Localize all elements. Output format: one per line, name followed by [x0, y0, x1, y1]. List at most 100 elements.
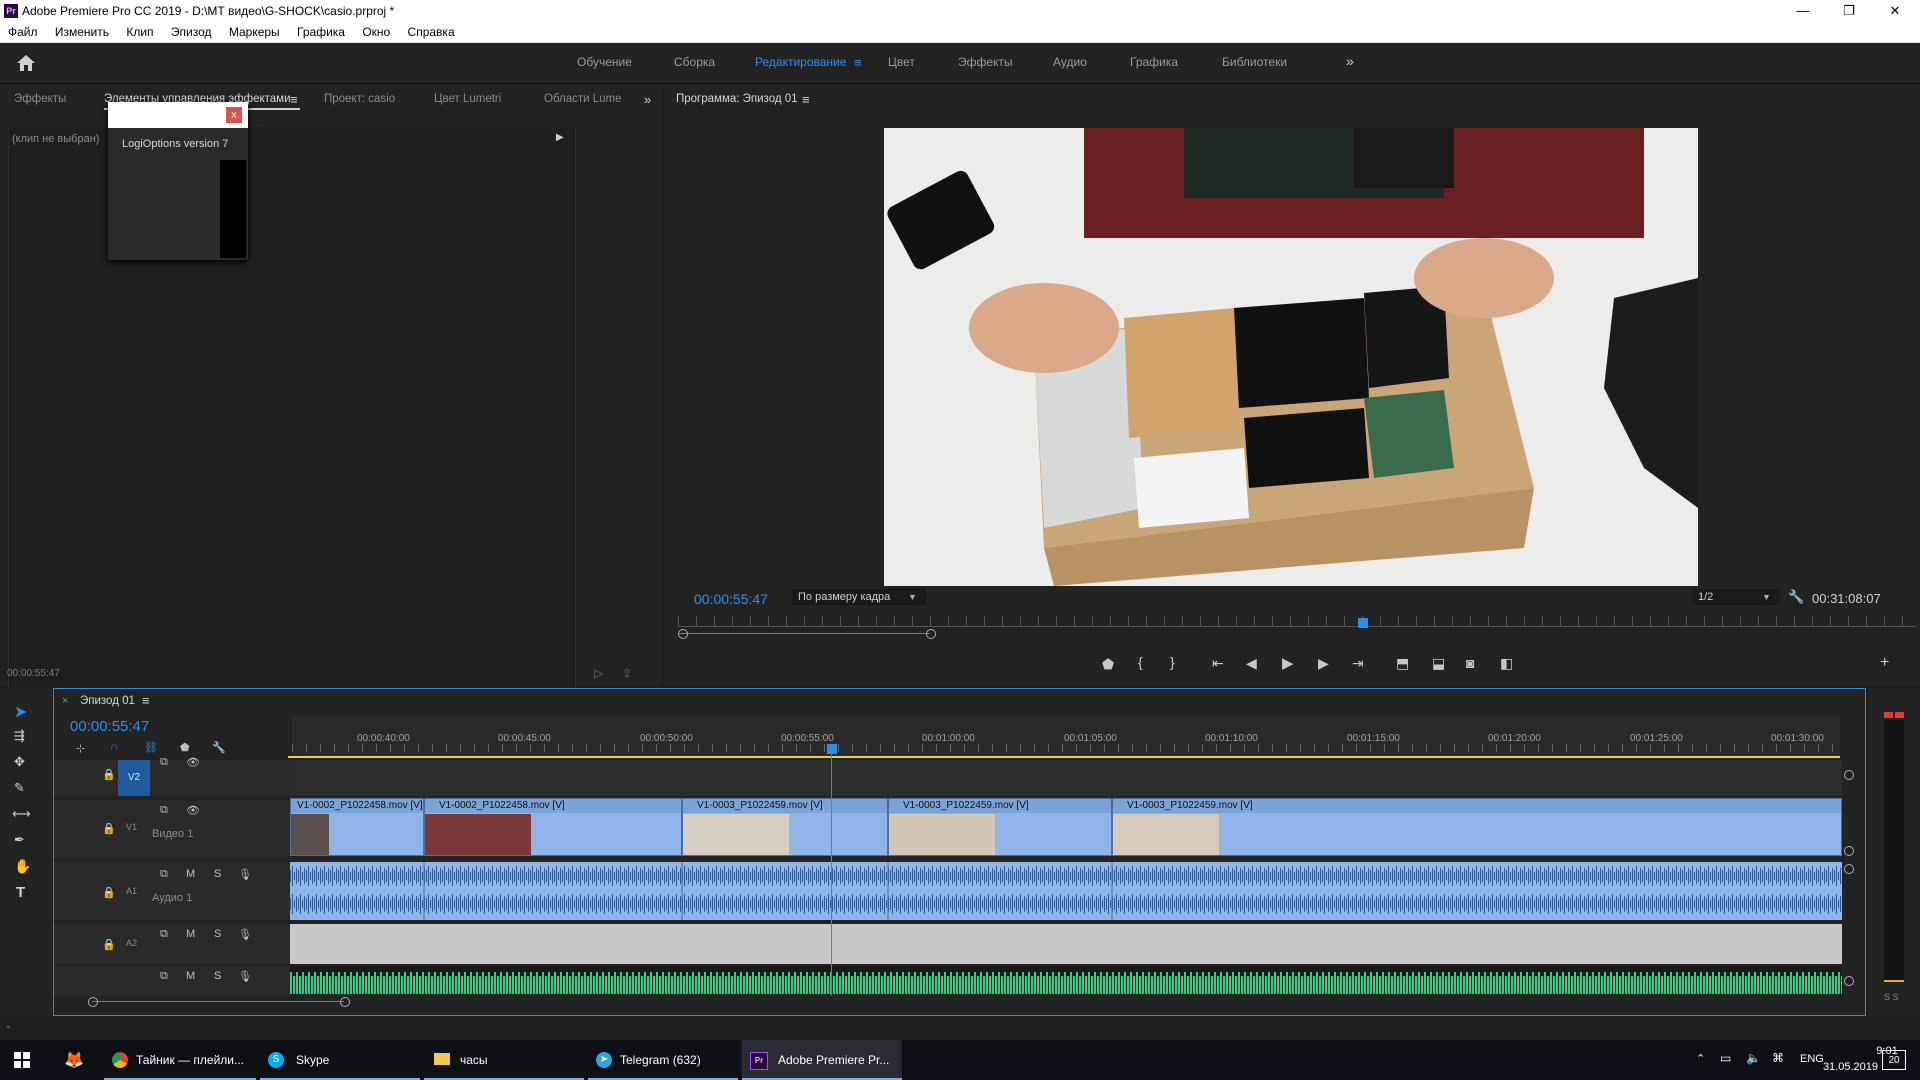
step-back-icon[interactable]: ◀: [1246, 655, 1257, 672]
workspace-menu-icon[interactable]: ≡: [854, 55, 862, 70]
type-tool-icon[interactable]: T: [16, 884, 25, 901]
track-end-handle[interactable]: [1844, 846, 1854, 856]
zoom-bar[interactable]: [678, 633, 930, 634]
close-button[interactable]: ✕: [1872, 0, 1918, 22]
audio-clip-a1[interactable]: [290, 862, 1842, 920]
snap-icon[interactable]: ∩: [110, 741, 118, 753]
tab-effects[interactable]: Эффекты: [14, 93, 66, 105]
track-select-tool-icon[interactable]: ⇶: [14, 728, 25, 744]
workspace-graphics[interactable]: Графика: [1130, 55, 1178, 69]
task-telegram[interactable]: ➤ Telegram (632): [588, 1040, 738, 1080]
lock-icon[interactable]: 🔒: [102, 886, 116, 899]
sync-lock-icon[interactable]: ⧉: [160, 756, 168, 769]
ripple-edit-tool-icon[interactable]: ✥: [14, 754, 25, 770]
pen-tool-icon[interactable]: ✒: [14, 832, 25, 848]
menu-file[interactable]: Файл: [8, 22, 38, 42]
minimize-button[interactable]: —: [1780, 0, 1826, 22]
mute-button[interactable]: M: [186, 868, 195, 880]
lock-icon[interactable]: 🔒: [102, 938, 116, 951]
audio-clip-a3[interactable]: [290, 966, 1842, 994]
track-area-a2[interactable]: [290, 924, 1842, 964]
track-end-handle[interactable]: [1844, 976, 1854, 986]
selection-tool-icon[interactable]: ➤: [14, 702, 27, 722]
program-ruler[interactable]: [678, 616, 1916, 627]
task-folder[interactable]: часы: [424, 1040, 584, 1080]
zoom-handle-right[interactable]: [926, 629, 936, 639]
task-skype[interactable]: S Skype: [260, 1040, 420, 1080]
step-forward-icon[interactable]: ▶: [1318, 655, 1329, 672]
home-icon[interactable]: [16, 54, 36, 72]
tab-project[interactable]: Проект: casio: [324, 93, 395, 105]
menu-window[interactable]: Окно: [362, 22, 390, 42]
sequence-menu-icon[interactable]: ≡: [142, 693, 150, 708]
add-marker-icon[interactable]: ⬟: [1102, 656, 1114, 673]
go-to-in-icon[interactable]: ⇤: [1212, 655, 1224, 672]
sync-lock-icon[interactable]: ⧉: [160, 928, 168, 941]
windows-start-icon[interactable]: [14, 1052, 30, 1068]
video-clip[interactable]: fx V1-0002_P1022458.mov [V]: [424, 798, 682, 856]
go-to-out-icon[interactable]: ⇥: [1352, 655, 1364, 672]
export-icon[interactable]: ⇪: [622, 666, 632, 680]
timeline-settings-icon[interactable]: 🔧: [212, 741, 226, 754]
volume-icon[interactable]: 🔈: [1746, 1051, 1761, 1065]
linked-selection-icon[interactable]: ⛓: [144, 741, 158, 754]
lock-icon[interactable]: 🔒: [102, 768, 116, 781]
menu-graphics[interactable]: Графика: [297, 22, 345, 42]
video-frame[interactable]: [884, 128, 1698, 586]
timeline-timecode[interactable]: 00:00:55:47: [70, 718, 149, 735]
workspace-audio[interactable]: Аудио: [1053, 55, 1087, 69]
timeline-scrollbar[interactable]: [92, 1001, 344, 1002]
sequence-tab[interactable]: Эпизод 01: [80, 695, 135, 707]
notifications-count[interactable]: 20: [1882, 1050, 1906, 1070]
video-clip[interactable]: fx V1-0003_P1022459.mov [V]: [1112, 798, 1842, 856]
menu-edit[interactable]: Изменить: [55, 22, 109, 42]
nest-icon[interactable]: ⊹: [76, 742, 85, 755]
solo-button[interactable]: S: [214, 868, 221, 880]
more-workspaces-icon[interactable]: »: [1346, 53, 1354, 69]
maximize-button[interactable]: ❐: [1826, 0, 1872, 22]
solo-button[interactable]: S: [214, 970, 221, 982]
battery-icon[interactable]: ▭: [1720, 1051, 1731, 1065]
timeline-scroll-right[interactable]: [340, 997, 350, 1007]
track-area-v2[interactable]: [290, 760, 1842, 796]
resolution-dropdown[interactable]: 1/2 ▼: [1692, 589, 1780, 605]
menu-sequence[interactable]: Эпизод: [171, 22, 212, 42]
mark-in-icon[interactable]: {: [1138, 654, 1143, 670]
mute-button[interactable]: M: [186, 928, 195, 940]
workspace-effects[interactable]: Эффекты: [958, 55, 1013, 69]
workspace-libraries[interactable]: Библиотеки: [1222, 55, 1287, 69]
eye-icon[interactable]: 👁: [186, 756, 200, 769]
sync-lock-icon[interactable]: ⧉: [160, 804, 168, 817]
workspace-editing[interactable]: Редактирование: [755, 55, 846, 69]
video-clip[interactable]: V1-0002_P1022458.mov [V]: [290, 798, 424, 856]
menu-clip[interactable]: Клип: [126, 22, 153, 42]
expand-arrow-icon[interactable]: ▶: [556, 132, 564, 143]
close-sequence-icon[interactable]: ×: [62, 695, 68, 707]
sync-lock-icon[interactable]: ⧉: [160, 970, 168, 983]
workspace-color[interactable]: Цвет: [888, 55, 915, 69]
add-marker-timeline-icon[interactable]: ⬟: [180, 741, 190, 754]
work-area-bar[interactable]: [288, 756, 1840, 758]
hand-tool-icon[interactable]: ✋: [14, 858, 31, 875]
tab-lumetri-scopes[interactable]: Области Lume: [544, 93, 622, 105]
microphone-icon[interactable]: 🎙: [238, 970, 252, 983]
program-playhead[interactable]: [1358, 618, 1368, 628]
network-icon[interactable]: ⌘: [1772, 1051, 1784, 1065]
lift-icon[interactable]: ⬒: [1396, 655, 1409, 672]
eye-icon[interactable]: 👁: [186, 804, 200, 817]
microphone-icon[interactable]: 🎙: [238, 928, 252, 941]
task-chrome[interactable]: Тайник — плейли...: [104, 1040, 256, 1080]
solo-button[interactable]: S: [214, 928, 221, 940]
export-frame-icon[interactable]: ◙: [1466, 655, 1474, 671]
clock-date[interactable]: 31.05.2019: [1808, 1061, 1878, 1073]
program-menu-icon[interactable]: ≡: [802, 92, 810, 107]
slip-tool-icon[interactable]: ⟷: [12, 806, 31, 822]
mute-button[interactable]: M: [186, 970, 195, 982]
timeline-playhead-handle[interactable]: [827, 744, 837, 754]
play-audio-icon[interactable]: ▷: [594, 666, 603, 680]
razor-tool-icon[interactable]: ✎: [14, 780, 25, 796]
tab-lumetri-color[interactable]: Цвет Lumetri: [434, 93, 501, 105]
play-icon[interactable]: ▶: [1282, 654, 1294, 672]
menu-help[interactable]: Справка: [408, 22, 455, 42]
wrench-icon[interactable]: 🔧: [1788, 589, 1804, 605]
